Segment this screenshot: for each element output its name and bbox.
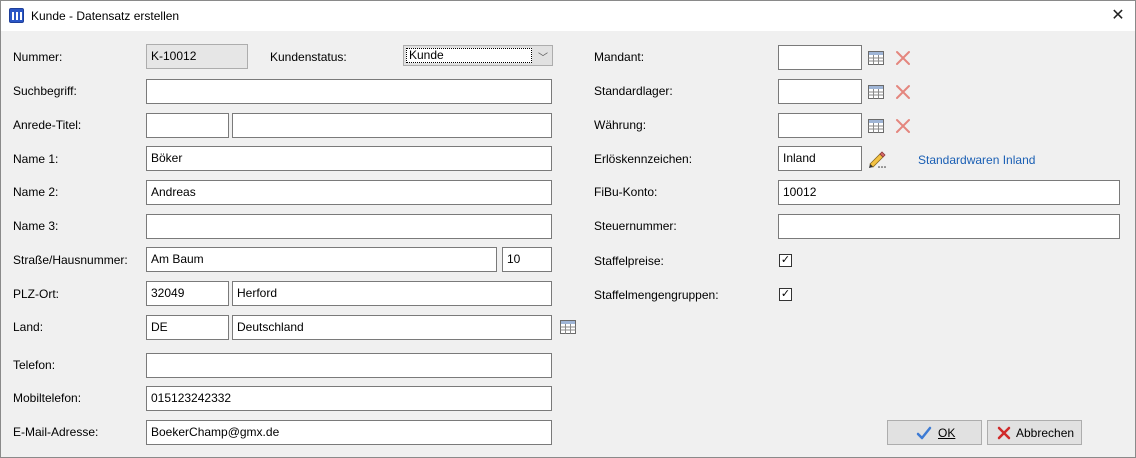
steuernummer-field[interactable] xyxy=(778,214,1120,239)
anrede-field[interactable] xyxy=(146,113,229,138)
ok-button[interactable]: OK xyxy=(887,420,982,445)
label-staffelmengengruppen: Staffelmengengruppen: xyxy=(594,288,719,302)
hausnummer-field[interactable]: 10 xyxy=(502,247,552,272)
label-strasse: Straße/Hausnummer: xyxy=(13,253,128,267)
label-name3: Name 3: xyxy=(13,219,59,233)
staffelpreise-checkbox[interactable]: ✓ xyxy=(779,254,792,267)
staffelmengengruppen-checkbox[interactable]: ✓ xyxy=(779,288,792,301)
close-button[interactable]: ✕ xyxy=(1101,1,1135,31)
erloeskennzeichen-field[interactable]: Inland xyxy=(778,146,862,171)
name2-field[interactable]: Andreas xyxy=(146,180,552,205)
cancel-x-icon xyxy=(997,426,1011,440)
label-erloeskennzeichen: Erlöskennzeichen: xyxy=(594,152,693,166)
plz-field[interactable]: 32049 xyxy=(146,281,229,306)
label-suchbegriff: Suchbegriff: xyxy=(13,84,77,98)
suchbegriff-field[interactable] xyxy=(146,79,552,104)
label-anrede-titel: Anrede-Titel: xyxy=(13,118,82,132)
label-email: E-Mail-Adresse: xyxy=(13,425,99,439)
name3-field[interactable] xyxy=(146,214,552,239)
fibu-konto-field[interactable]: 10012 xyxy=(778,180,1120,205)
mandant-field[interactable] xyxy=(778,45,862,70)
standardlager-clear-x-icon[interactable] xyxy=(895,84,911,100)
standardwaren-link[interactable]: Standardwaren Inland xyxy=(918,153,1035,167)
label-mobiltelefon: Mobiltelefon: xyxy=(13,391,82,405)
waehrung-clear-x-icon[interactable] xyxy=(895,118,911,134)
erloeskennzeichen-edit-pencil-icon[interactable] xyxy=(867,150,887,168)
land-code-field[interactable]: DE xyxy=(146,315,229,340)
label-fibu-konto: FiBu-Konto: xyxy=(594,185,658,199)
label-standardlager: Standardlager: xyxy=(594,84,673,98)
abbrechen-button[interactable]: Abbrechen xyxy=(987,420,1082,445)
checkmark-icon xyxy=(916,426,932,440)
mandant-lookup-table-icon[interactable] xyxy=(868,51,884,65)
label-name1: Name 1: xyxy=(13,152,59,166)
chevron-down-icon: ﹀ xyxy=(538,53,548,64)
waehrung-lookup-table-icon[interactable] xyxy=(868,119,884,133)
kundenstatus-select[interactable]: Kunde ﹀ xyxy=(403,45,553,66)
dialog-window: Kunde - Datensatz erstellen ✕ Nummer: Su… xyxy=(0,0,1136,458)
mandant-clear-x-icon[interactable] xyxy=(895,50,911,66)
label-steuernummer: Steuernummer: xyxy=(594,219,677,233)
land-lookup-table-icon[interactable] xyxy=(560,320,576,334)
waehrung-field[interactable] xyxy=(778,113,862,138)
label-name2: Name 2: xyxy=(13,185,59,199)
app-icon xyxy=(9,8,24,23)
label-staffelpreise: Staffelpreise: xyxy=(594,254,664,268)
name1-field[interactable]: Böker xyxy=(146,146,552,171)
nummer-field[interactable]: K-10012 xyxy=(146,44,248,69)
kundenstatus-value: Kunde xyxy=(406,48,532,63)
land-name-field[interactable]: Deutschland xyxy=(232,315,552,340)
titel-field[interactable] xyxy=(232,113,552,138)
label-land: Land: xyxy=(13,320,44,334)
telefon-field[interactable] xyxy=(146,353,552,378)
strasse-field[interactable]: Am Baum xyxy=(146,247,497,272)
mobiltelefon-field[interactable]: 015123242332 xyxy=(146,386,552,411)
label-nummer: Nummer: xyxy=(13,50,63,64)
label-kundenstatus: Kundenstatus: xyxy=(270,50,347,64)
standardlager-field[interactable] xyxy=(778,79,862,104)
label-plz-ort: PLZ-Ort: xyxy=(13,287,60,301)
email-field[interactable]: BoekerChamp@gmx.de xyxy=(146,420,552,445)
standardlager-lookup-table-icon[interactable] xyxy=(868,85,884,99)
window-title: Kunde - Datensatz erstellen xyxy=(31,9,180,23)
label-mandant: Mandant: xyxy=(594,50,645,64)
ok-label: OK xyxy=(938,426,956,440)
title-bar: Kunde - Datensatz erstellen ✕ xyxy=(1,1,1135,31)
label-waehrung: Währung: xyxy=(594,118,647,132)
ort-field[interactable]: Herford xyxy=(232,281,552,306)
label-telefon: Telefon: xyxy=(13,358,56,372)
abbrechen-label: Abbrechen xyxy=(1016,426,1075,440)
